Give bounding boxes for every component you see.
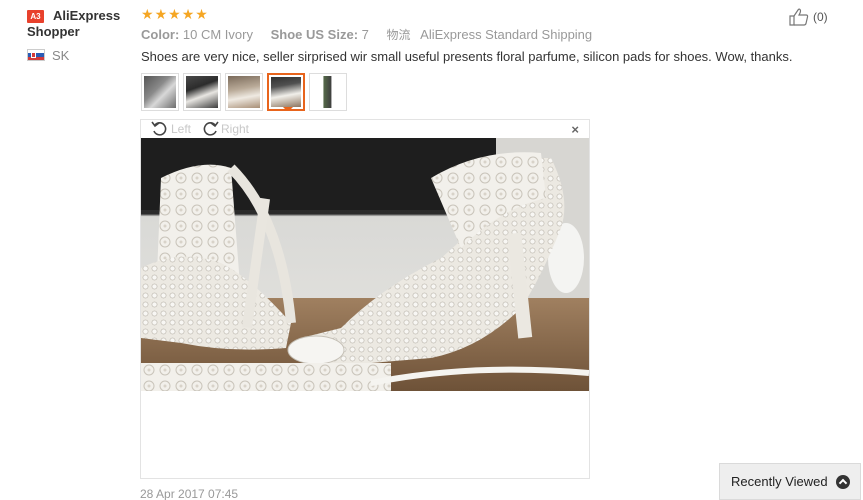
reviewer-row: A3 AliExpress Shopper [27,8,137,40]
helpful-count: (0) [813,10,828,24]
rotate-right-button[interactable]: Right [201,120,249,138]
size-attr-key: Shoe US Size: [270,27,359,42]
thumbs-up-icon [789,8,809,26]
rating-stars: ★ ★ ★ ★ ★ [141,7,208,21]
star-icon: ★ [154,6,168,22]
recently-viewed-button[interactable]: Recently Viewed [719,463,861,500]
slovakia-flag-icon [27,49,45,61]
color-attr-value: 10 CM Ivory [182,27,253,42]
rotate-left-label: Left [171,122,192,136]
reviewer-name: AliExpress Shopper [27,8,121,39]
review-photo-thumbnail[interactable] [183,73,221,111]
logistics-icon: 物流 [386,28,411,42]
reviewer-country: SK [27,47,70,63]
reviewer-info: A3 AliExpress Shopper SK [27,8,137,63]
star-icon: ★ [168,6,181,22]
rotate-right-label: Right [221,122,250,136]
review-photo-thumbnail[interactable] [141,73,179,111]
review-photo-large [141,138,589,391]
recently-viewed-label: Recently Viewed [731,474,828,489]
product-attributes: Color: 10 CM Ivory Shoe US Size: 7 物流 Al… [141,27,592,43]
close-viewer-button[interactable]: × [571,123,579,136]
shoe-photo [141,138,589,391]
rotate-left-icon [151,121,167,136]
color-attr-key: Color: [141,27,180,42]
star-icon: ★ [141,6,154,22]
rotate-right-icon [203,121,219,136]
review-text: Shoes are very nice, seller sirprised wi… [141,49,793,64]
rotate-left-button[interactable]: Left [151,120,191,138]
review-photo-thumbnail[interactable] [309,73,347,111]
photo-viewer: Left Right × [140,119,590,479]
chevron-up-icon [835,474,850,489]
helpful-button[interactable]: (0) [789,8,828,26]
star-icon: ★ [195,6,208,22]
size-attr-value: 7 [361,27,369,42]
review-photo-thumbnail-selected[interactable] [267,73,305,111]
review-photo-thumbnails [141,73,347,111]
review-photo-thumbnail[interactable] [225,73,263,111]
country-code: SK [52,47,70,63]
star-icon: ★ [181,6,195,22]
review-timestamp: 28 Apr 2017 07:45 [140,487,239,500]
shipping-method: AliExpress Standard Shipping [420,27,593,42]
